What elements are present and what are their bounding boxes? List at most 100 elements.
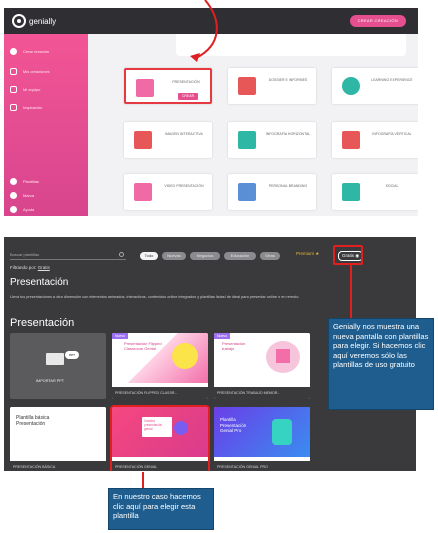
templates-icon [10, 178, 17, 185]
tile-label: PERSONAL BRANDING [268, 184, 308, 188]
slides-icon [46, 353, 64, 365]
card-thumb-title: Vuestra presentación genial [142, 417, 172, 437]
sidebar-item-templates[interactable]: Plantillas [10, 178, 39, 185]
video-icon [134, 183, 152, 201]
search-placeholder: Buscar plantillas [10, 252, 40, 257]
image-icon [134, 131, 152, 149]
sidebar-item-creations[interactable]: Mis creaciones [10, 68, 50, 75]
callout-template: En nuestro caso hacemos clic aquí para e… [108, 488, 214, 530]
tile-social[interactable]: SOCIAL [332, 174, 418, 210]
tile-learning[interactable]: LEARNING EXPERIENCE [332, 68, 418, 104]
create-creation-button[interactable]: CREAR CREACIÓN [349, 15, 406, 27]
card-thumbnail: Plantilla Presentación Genial Pro [214, 407, 310, 457]
template-card-genial-pro[interactable]: Plantilla Presentación Genial Pro PRESEN… [214, 407, 310, 471]
user-icon [10, 104, 17, 111]
premium-filter[interactable]: Premium ★ [296, 251, 319, 257]
folder-icon [10, 68, 17, 75]
sidebar-item-brand[interactable]: Marca [10, 192, 34, 199]
template-card-genial[interactable]: Vuestra presentación genial PRESENTACIÓN… [110, 405, 210, 471]
chip-nuevas[interactable]: Nuevas [162, 252, 186, 260]
tile-branding[interactable]: PERSONAL BRANDING [228, 174, 316, 210]
card-thumbnail: Presentación trabajo [214, 333, 310, 383]
tile-label: PRESENTACIÓN [172, 80, 200, 84]
callout-text: En nuestro caso hacemos clic aquí para e… [113, 492, 201, 520]
sidebar-item-label: Mis creaciones [23, 69, 50, 74]
premium-label: Premium [296, 251, 315, 256]
sidebar-item-inspiration[interactable]: Inspiración [10, 104, 42, 111]
card-thumbnail: Plantilla básica Presentación [10, 407, 106, 457]
chip-negocios[interactable]: Negocios [190, 252, 220, 260]
chip-label: Otras [265, 253, 275, 258]
card-caption: PRESENTACIÓN GENIAL [112, 461, 208, 471]
filter-value[interactable]: Gratis [38, 265, 50, 270]
tile-label: VIDEO PRESENTACIÓN [164, 184, 204, 188]
sidebar-item-help[interactable]: Ayuda [10, 206, 34, 213]
tile-label: IMAGEN INTERACTIVA [165, 132, 203, 136]
template-card-trabajo[interactable]: Presentación trabajo Nuevo PRESENTACIÓN … [214, 333, 310, 399]
tile-infografia-h[interactable]: INFOGRAFÍA HORIZONTAL [228, 122, 316, 158]
sidebar-item-create[interactable]: Crear creación [10, 48, 49, 55]
sidebar-item-label: Ayuda [23, 207, 35, 212]
filter-prefix: Filtrando por: [10, 265, 37, 270]
search-icon [119, 252, 124, 257]
branding-icon [238, 183, 256, 201]
logo-text: genially [29, 16, 57, 26]
tile-label: SOCIAL [385, 184, 399, 188]
genially-logo[interactable]: genially [12, 14, 56, 28]
sidebar-item-label: Inspiración [23, 105, 43, 110]
card-thumb-title: Presentación trabajo [222, 341, 246, 351]
tile-video[interactable]: VIDEO PRESENTACIÓN [124, 174, 212, 210]
crear-button[interactable]: CREAR [178, 93, 198, 100]
template-card-flipped[interactable]: Presentación Flipped Classroom Genial Nu… [112, 333, 208, 399]
sidebar-item-label: Mi equipo [23, 87, 41, 92]
callout-gratis: Genially nos muestra una nueva pantalla … [328, 318, 434, 410]
genially-logo-icon [12, 14, 26, 28]
connector-line [350, 265, 352, 319]
star-icon: ★ [315, 251, 320, 256]
social-icon [342, 183, 360, 201]
card-thumbnail: Presentación Flipped Classroom Genial [112, 333, 208, 383]
chip-otras[interactable]: Otras [260, 252, 280, 260]
learning-icon [342, 77, 360, 95]
sidebar-item-label: Plantillas [23, 179, 40, 184]
template-card-import[interactable]: PPT IMPORTAR PPT [10, 333, 106, 399]
dashboard-screenshot: genially CREAR CREACIÓN Crear creación M… [4, 8, 418, 216]
tile-imagen[interactable]: IMAGEN INTERACTIVA [124, 122, 212, 158]
card-thumb-title: Plantilla Presentación Genial Pro [220, 417, 247, 433]
callout-text: Genially nos muestra una nueva pantalla … [333, 322, 429, 369]
plus-icon [10, 48, 17, 55]
help-icon [10, 206, 17, 213]
template-card-basica[interactable]: Plantilla básica Presentación PRESENTACI… [10, 407, 106, 471]
team-icon [10, 86, 17, 93]
tile-presentacion[interactable]: PRESENTACIÓN CREAR [124, 68, 212, 104]
new-badge: Nuevo [112, 333, 129, 339]
sidebar-item-label: Crear creación [23, 49, 50, 54]
section-title: Presentación [10, 317, 75, 329]
chip-label: Todo [144, 253, 154, 258]
sidebar-item-team[interactable]: Mi equipo [10, 86, 40, 93]
brand-icon [10, 192, 17, 199]
card-thumb-title: Plantilla básica Presentación [16, 415, 50, 427]
top-bar: genially CREAR CREACIÓN [4, 8, 418, 34]
crear-label: CREAR [181, 94, 195, 98]
tile-label: INFOGRAFÍA VERTICAL [372, 132, 412, 136]
sidebar-item-label: Marca [23, 193, 35, 198]
tutorial-page: genially CREAR CREACIÓN Crear creación M… [0, 0, 438, 533]
infographic-horizontal-icon [238, 131, 256, 149]
chip-todo[interactable]: Todo [140, 252, 158, 260]
illustration-icon [172, 343, 198, 369]
character-illustration-icon [272, 419, 292, 445]
page-title: Presentación [10, 277, 69, 288]
tile-infografia-v[interactable]: INFOGRAFÍA VERTICAL [332, 122, 418, 158]
sidebar: Crear creación Mis creaciones Mi equipo … [4, 34, 88, 216]
chip-educacion[interactable]: Educación [224, 252, 256, 260]
chip-label: Negocios [196, 253, 214, 258]
tile-dossier[interactable]: DOSSIER E INFORMES [228, 68, 316, 104]
search-input[interactable]: Buscar plantillas [10, 252, 126, 260]
card-thumb-title: Presentación Flipped Classroom Genial [124, 341, 162, 351]
tile-label: LEARNING EXPERIENCE [371, 78, 413, 82]
ppt-badge-icon: PPT [65, 351, 79, 359]
gratis-highlight [333, 245, 363, 265]
infographic-vertical-icon [342, 131, 360, 149]
active-filter: Filtrando por: Gratis [10, 265, 50, 270]
